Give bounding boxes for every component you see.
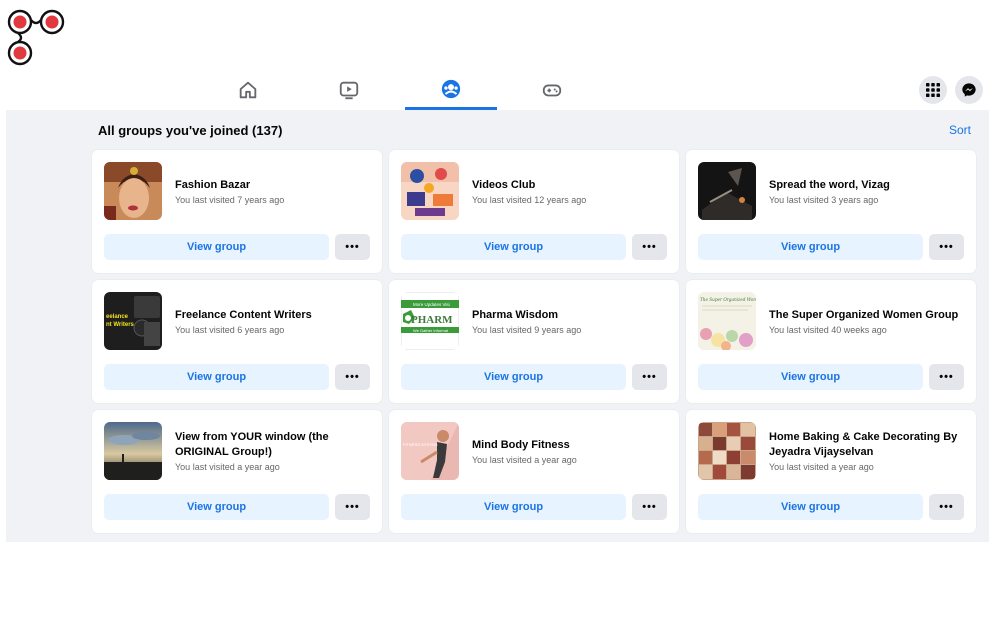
groups-content: All groups you've joined (137) Sort Fash… xyxy=(6,110,989,542)
last-visited: You last visited 7 years ago xyxy=(175,194,285,205)
more-options-button[interactable]: ••• xyxy=(335,364,370,390)
thumb-text-line1: eelance xyxy=(106,314,129,320)
groups-count-heading: All groups you've joined (137) xyxy=(98,123,283,138)
home-icon xyxy=(239,81,257,99)
top-navigation xyxy=(6,70,989,110)
more-options-button[interactable]: ••• xyxy=(335,494,370,520)
more-options-button[interactable]: ••• xyxy=(632,494,667,520)
group-name[interactable]: The Super Organized Women Group xyxy=(769,308,969,323)
menu-grid-icon xyxy=(926,83,940,97)
watch-icon xyxy=(339,81,359,100)
group-thumbnail[interactable] xyxy=(401,162,459,220)
more-options-button[interactable]: ••• xyxy=(929,364,964,390)
thumb-text-title: The Super Organized Women xyxy=(700,297,756,302)
last-visited: You last visited 3 years ago xyxy=(769,194,879,205)
group-thumbnail[interactable] xyxy=(104,422,162,480)
tab-home[interactable] xyxy=(202,70,294,110)
thumb-text-line2: nt Writers xyxy=(106,322,135,328)
more-options-button[interactable]: ••• xyxy=(632,364,667,390)
group-card: FITNESS SYSTEM Mind Body Fitness You las… xyxy=(389,410,679,533)
group-thumbnail[interactable] xyxy=(698,162,756,220)
messenger-icon xyxy=(962,83,976,97)
group-name[interactable]: Fashion Bazar xyxy=(175,178,375,193)
group-card: Videos Club You last visited 12 years ag… xyxy=(389,150,679,273)
group-thumbnail[interactable]: FITNESS SYSTEM xyxy=(401,422,459,480)
last-visited: You last visited a year ago xyxy=(472,454,577,465)
group-name[interactable]: Home Baking & Cake Decorating By Jeyadra… xyxy=(769,430,969,460)
more-options-button[interactable]: ••• xyxy=(632,234,667,260)
group-card: eelance nt Writers Freelance Content Wri… xyxy=(92,280,382,403)
view-group-button[interactable]: View group xyxy=(401,364,626,390)
group-thumbnail[interactable] xyxy=(698,422,756,480)
group-name[interactable]: Videos Club xyxy=(472,178,672,193)
app-logo[interactable] xyxy=(6,8,68,68)
group-thumbnail[interactable]: More Updates Visi PHARM We Gather Inform… xyxy=(401,292,459,350)
group-card: Spread the word, Vizag You last visited … xyxy=(686,150,976,273)
group-card: More Updates Visi PHARM We Gather Inform… xyxy=(389,280,679,403)
group-thumbnail[interactable] xyxy=(104,162,162,220)
group-card: Fashion Bazar You last visited 7 years a… xyxy=(92,150,382,273)
messenger-button[interactable] xyxy=(955,76,983,104)
group-thumbnail[interactable]: The Super Organized Women xyxy=(698,292,756,350)
tab-gaming[interactable] xyxy=(506,70,598,110)
more-options-button[interactable]: ••• xyxy=(929,494,964,520)
last-visited: You last visited 40 weeks ago xyxy=(769,324,887,335)
group-name[interactable]: View from YOUR window (the ORIGINAL Grou… xyxy=(175,430,375,460)
last-visited: You last visited a year ago xyxy=(769,462,874,472)
group-card: Home Baking & Cake Decorating By Jeyadra… xyxy=(686,410,976,533)
view-group-button[interactable]: View group xyxy=(104,494,329,520)
more-options-button[interactable]: ••• xyxy=(335,234,370,260)
view-group-button[interactable]: View group xyxy=(401,494,626,520)
last-visited: You last visited a year ago xyxy=(175,462,280,472)
view-group-button[interactable]: View group xyxy=(401,234,626,260)
tab-watch[interactable] xyxy=(303,70,395,110)
thumb-text-bottom: We Gather Informat xyxy=(413,328,449,333)
view-group-button[interactable]: View group xyxy=(698,494,923,520)
group-name[interactable]: Pharma Wisdom xyxy=(472,308,672,323)
last-visited: You last visited 12 years ago xyxy=(472,194,587,205)
last-visited: You last visited 9 years ago xyxy=(472,324,582,335)
more-options-button[interactable]: ••• xyxy=(929,234,964,260)
tab-groups[interactable] xyxy=(405,70,497,110)
thumb-text: FITNESS SYSTEM xyxy=(403,442,437,447)
view-group-button[interactable]: View group xyxy=(104,234,329,260)
gaming-icon xyxy=(542,84,562,97)
last-visited: You last visited 6 years ago xyxy=(175,324,285,335)
group-name[interactable]: Mind Body Fitness xyxy=(472,438,672,453)
group-card: View from YOUR window (the ORIGINAL Grou… xyxy=(92,410,382,533)
view-group-button[interactable]: View group xyxy=(698,234,923,260)
sort-link[interactable]: Sort xyxy=(949,123,971,137)
view-group-button[interactable]: View group xyxy=(104,364,329,390)
thumb-text-top: More Updates Visi xyxy=(413,302,450,307)
group-thumbnail[interactable]: eelance nt Writers xyxy=(104,292,162,350)
group-name[interactable]: Spread the word, Vizag xyxy=(769,178,969,193)
groups-icon xyxy=(441,79,461,98)
group-name[interactable]: Freelance Content Writers xyxy=(175,308,375,323)
view-group-button[interactable]: View group xyxy=(698,364,923,390)
menu-button[interactable] xyxy=(919,76,947,104)
group-card: The Super Organized Women The Super Orga… xyxy=(686,280,976,403)
thumb-text-main: PHARM xyxy=(411,314,453,326)
